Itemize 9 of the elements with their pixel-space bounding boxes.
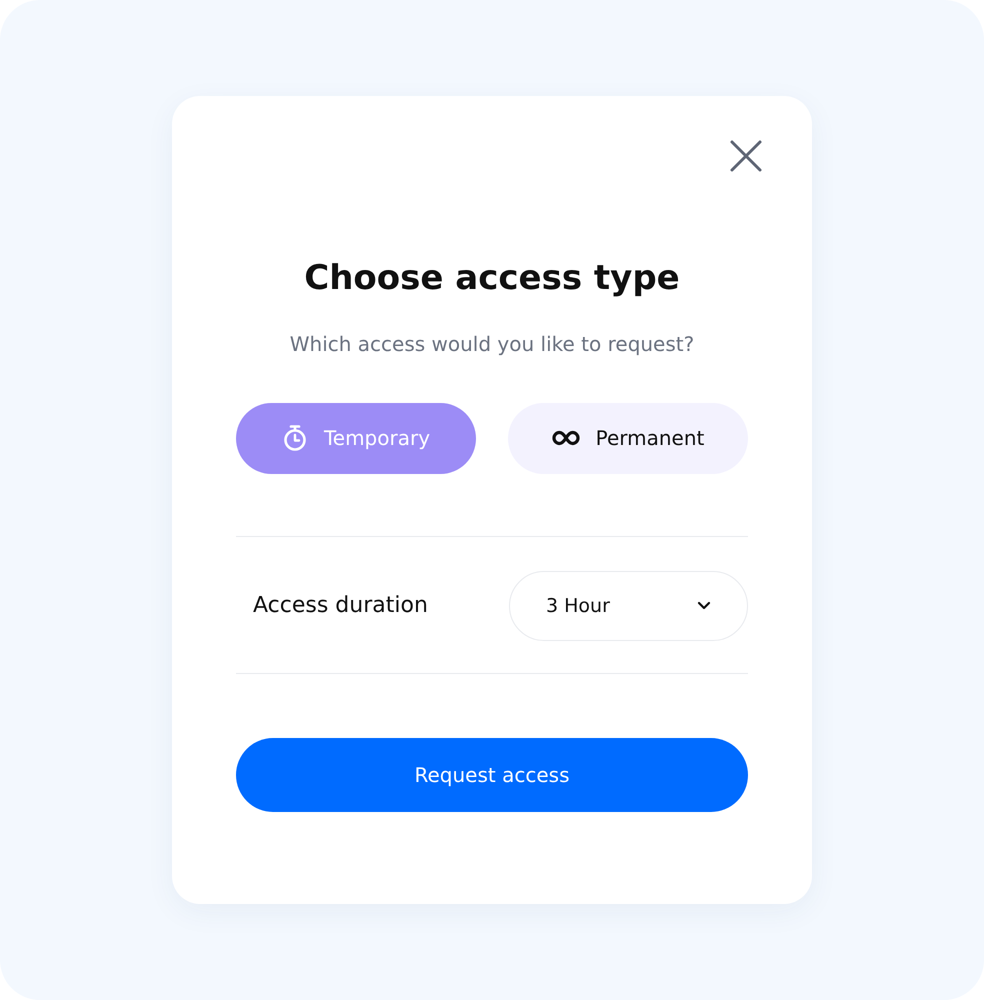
stopwatch-icon <box>282 424 308 452</box>
dialog-subtitle: Which access would you like to request? <box>288 330 696 358</box>
duration-label: Access duration <box>253 592 428 620</box>
request-access-button[interactable]: Request access <box>236 738 748 812</box>
duration-select[interactable]: 3 Hour <box>509 570 748 641</box>
dialog-title: Choose access type <box>303 258 681 299</box>
access-type-option[interactable]: Permanent <box>508 402 748 474</box>
infinity-icon <box>552 429 580 448</box>
chevron-down-icon <box>697 600 711 611</box>
